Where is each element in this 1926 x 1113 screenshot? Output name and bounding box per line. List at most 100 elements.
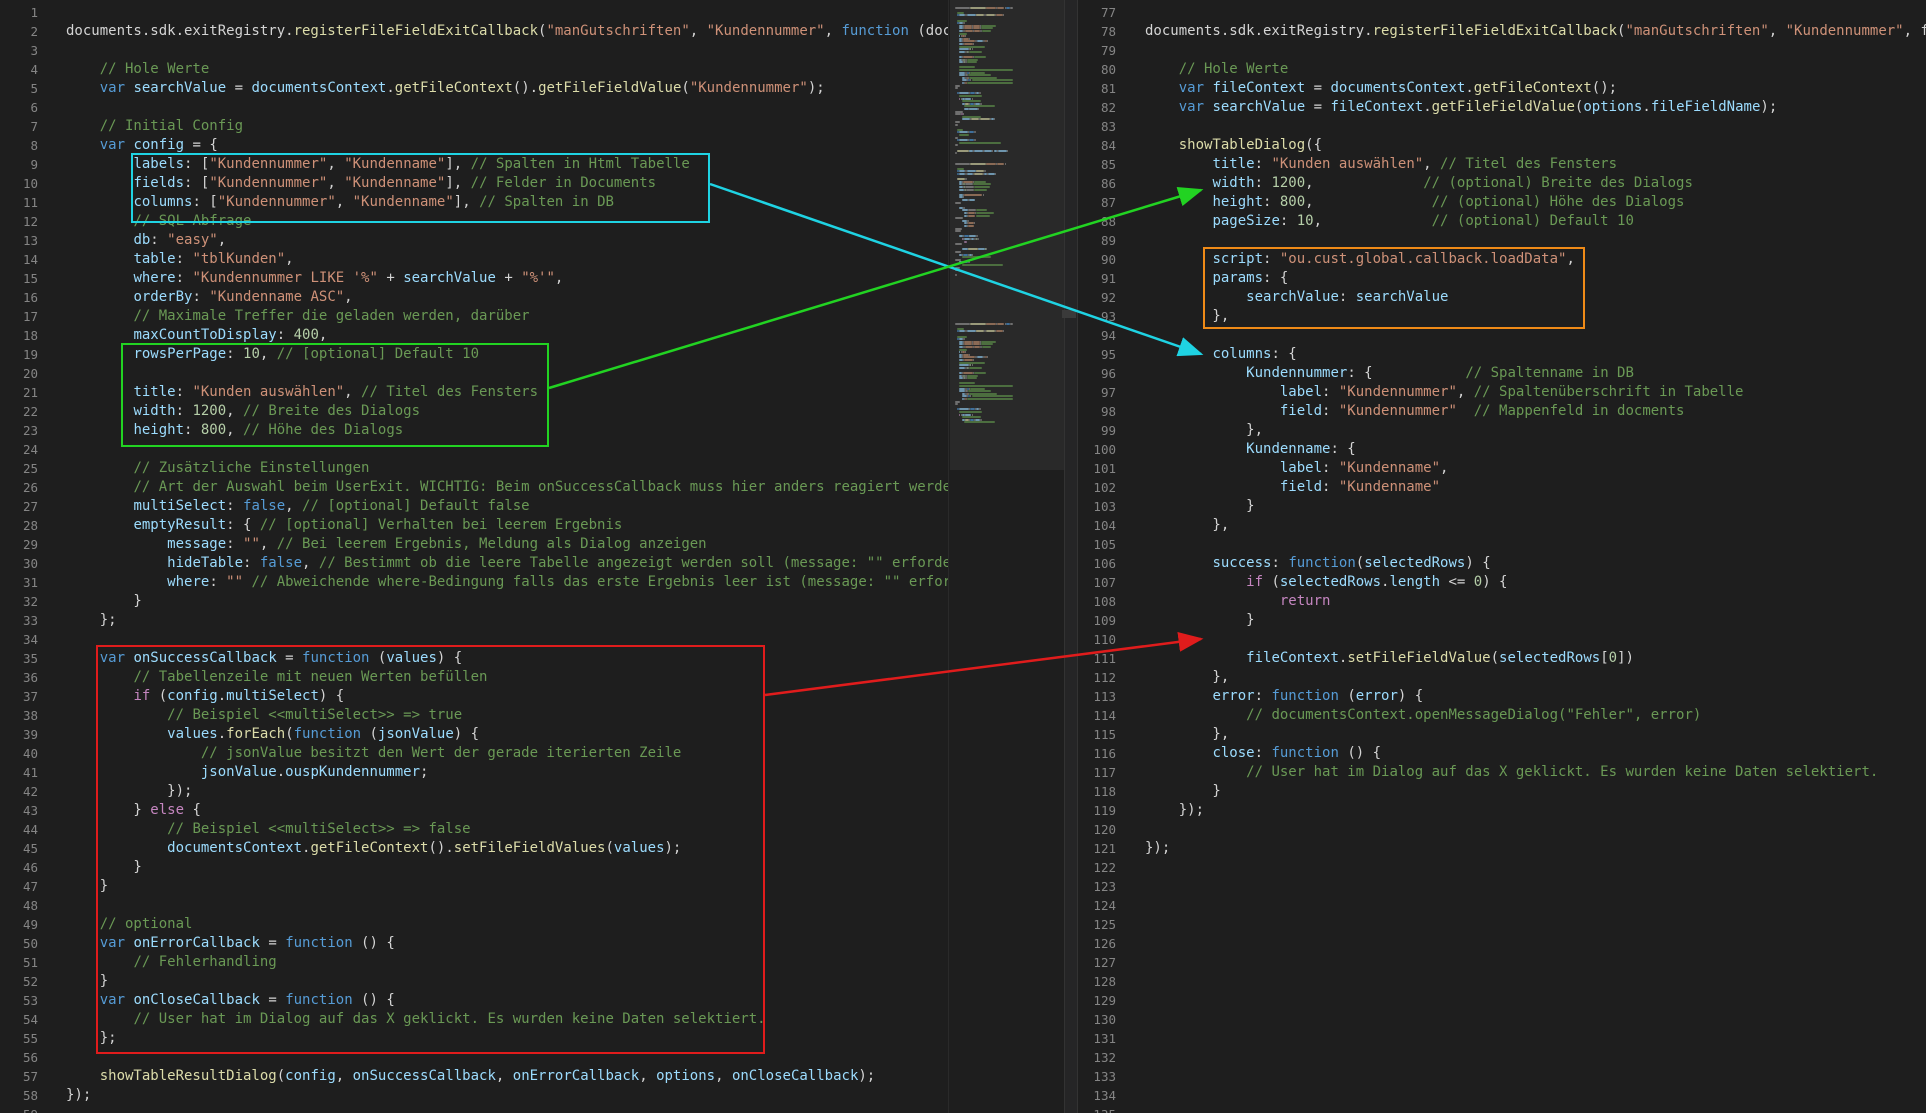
code-line[interactable] — [1145, 41, 1926, 60]
code-line[interactable]: searchValue: searchValue — [1145, 288, 1926, 307]
code-line[interactable] — [1145, 877, 1926, 896]
code-line[interactable]: }, — [1145, 421, 1926, 440]
code-line[interactable]: // Fehlerhandling — [66, 953, 948, 972]
code-line[interactable]: table: "tblKunden", — [66, 250, 948, 269]
code-line[interactable] — [66, 630, 948, 649]
code-line[interactable] — [1145, 1029, 1926, 1048]
code-line[interactable]: // Maximale Treffer die geladen werden, … — [66, 307, 948, 326]
code-line[interactable] — [66, 364, 948, 383]
code-line[interactable] — [66, 1105, 948, 1113]
code-line[interactable]: // jsonValue besitzt den Wert der gerade… — [66, 744, 948, 763]
code-line[interactable]: // optional — [66, 915, 948, 934]
code-line[interactable]: Kundenname: { — [1145, 440, 1926, 459]
code-line[interactable]: var onErrorCallback = function () { — [66, 934, 948, 953]
code-line[interactable]: }, — [1145, 725, 1926, 744]
code-line[interactable]: }, — [1145, 307, 1926, 326]
code-line[interactable] — [1145, 1010, 1926, 1029]
code-line[interactable] — [1145, 915, 1926, 934]
code-line[interactable]: }); — [66, 1086, 948, 1105]
code-line[interactable] — [1145, 326, 1926, 345]
code-line[interactable]: fields: ["Kundennummer", "Kundenname"], … — [66, 174, 948, 193]
code-editor-right[interactable]: documents.sdk.exitRegistry.registerFileF… — [1145, 3, 1926, 1113]
code-line[interactable] — [1145, 1048, 1926, 1067]
code-line[interactable]: fileContext.setFileFieldValue(selectedRo… — [1145, 649, 1926, 668]
code-line[interactable]: return — [1145, 592, 1926, 611]
code-line[interactable]: } — [1145, 611, 1926, 630]
code-line[interactable]: var config = { — [66, 136, 948, 155]
code-line[interactable] — [1145, 3, 1926, 22]
code-line[interactable]: // Beispiel <<multiSelect>> => true — [66, 706, 948, 725]
code-line[interactable] — [66, 41, 948, 60]
code-line[interactable]: field: "Kundenname" — [1145, 478, 1926, 497]
code-line[interactable] — [66, 896, 948, 915]
code-line[interactable]: pageSize: 10, // (optional) Default 10 — [1145, 212, 1926, 231]
code-line[interactable]: maxCountToDisplay: 400, — [66, 326, 948, 345]
code-line[interactable]: // Hole Werte — [1145, 60, 1926, 79]
code-line[interactable] — [1145, 1105, 1926, 1113]
code-line[interactable]: } — [66, 858, 948, 877]
code-line[interactable]: emptyResult: { // [optional] Verhalten b… — [66, 516, 948, 535]
code-line[interactable]: where: "" // Abweichende where-Bedingung… — [66, 573, 948, 592]
code-line[interactable]: }, — [1145, 668, 1926, 687]
code-line[interactable]: }; — [66, 1029, 948, 1048]
code-line[interactable]: // User hat im Dialog auf das X geklickt… — [1145, 763, 1926, 782]
code-line[interactable] — [1145, 953, 1926, 972]
code-line[interactable]: script: "ou.cust.global.callback.loadDat… — [1145, 250, 1926, 269]
code-line[interactable]: } else { — [66, 801, 948, 820]
code-line[interactable] — [1145, 1086, 1926, 1105]
code-line[interactable] — [1145, 117, 1926, 136]
code-line[interactable] — [1145, 1067, 1926, 1086]
code-line[interactable] — [1145, 972, 1926, 991]
code-line[interactable]: height: 800, // (optional) Höhe des Dial… — [1145, 193, 1926, 212]
code-line[interactable]: }; — [66, 611, 948, 630]
code-line[interactable]: title: "Kunden auswählen", // Titel des … — [1145, 155, 1926, 174]
code-line[interactable]: }); — [66, 782, 948, 801]
code-line[interactable] — [1145, 858, 1926, 877]
code-line[interactable] — [1145, 934, 1926, 953]
code-line[interactable]: message: "", // Bei leerem Ergebnis, Mel… — [66, 535, 948, 554]
code-line[interactable]: multiSelect: false, // [optional] Defaul… — [66, 497, 948, 516]
right-editor-pane[interactable]: 77 78 79 80 81 82 83 84 85 86 87 88 89 90 91 92 93 94 95 96… — [1078, 0, 1926, 1113]
code-line[interactable]: where: "Kundennummer LIKE '%" + searchVa… — [66, 269, 948, 288]
code-line[interactable]: // Art der Auswahl beim UserExit. WICHTI… — [66, 478, 948, 497]
code-line[interactable]: } — [1145, 497, 1926, 516]
code-line[interactable]: label: "Kundennummer", // Spaltenübersch… — [1145, 383, 1926, 402]
code-line[interactable]: field: "Kundennummer" // Mappenfeld in d… — [1145, 402, 1926, 421]
code-line[interactable]: documents.sdk.exitRegistry.registerFileF… — [66, 22, 948, 41]
code-line[interactable]: jsonValue.ouspKundennummer; — [66, 763, 948, 782]
code-line[interactable]: var onSuccessCallback = function (values… — [66, 649, 948, 668]
code-line[interactable] — [1145, 630, 1926, 649]
left-editor-pane[interactable]: 1 2 3 4 5 6 7 8 9 10 11 12 13 14 15 16 17 18 19 20 21 22 23 24 2… — [0, 0, 948, 1113]
code-line[interactable]: documentsContext.getFileContext().setFil… — [66, 839, 948, 858]
code-line[interactable]: // Tabellenzeile mit neuen Werten befüll… — [66, 668, 948, 687]
code-line[interactable]: rowsPerPage: 10, // [optional] Default 1… — [66, 345, 948, 364]
code-line[interactable]: success: function(selectedRows) { — [1145, 554, 1926, 573]
code-line[interactable]: error: function (error) { — [1145, 687, 1926, 706]
code-line[interactable]: showTableDialog({ — [1145, 136, 1926, 155]
code-line[interactable] — [1145, 896, 1926, 915]
code-line[interactable]: var searchValue = documentsContext.getFi… — [66, 79, 948, 98]
code-line[interactable]: params: { — [1145, 269, 1926, 288]
code-line[interactable]: if (selectedRows.length <= 0) { — [1145, 573, 1926, 592]
code-line[interactable]: }); — [1145, 839, 1926, 858]
code-line[interactable] — [1145, 535, 1926, 554]
code-line[interactable]: close: function () { — [1145, 744, 1926, 763]
code-line[interactable]: // Hole Werte — [66, 60, 948, 79]
code-line[interactable]: label: "Kundenname", — [1145, 459, 1926, 478]
code-line[interactable]: // Zusätzliche Einstellungen — [66, 459, 948, 478]
vertical-scrollbar-thumb[interactable] — [1062, 310, 1076, 318]
editor-splitter[interactable] — [1064, 0, 1078, 1113]
code-line[interactable]: showTableResultDialog(config, onSuccessC… — [66, 1067, 948, 1086]
code-line[interactable]: documents.sdk.exitRegistry.registerFileF… — [1145, 22, 1926, 41]
code-line[interactable] — [66, 98, 948, 117]
code-line[interactable]: columns: { — [1145, 345, 1926, 364]
code-line[interactable]: } — [66, 592, 948, 611]
code-line[interactable]: // SQL Abfrage — [66, 212, 948, 231]
code-line[interactable]: var searchValue = fileContext.getFileFie… — [1145, 98, 1926, 117]
code-line[interactable] — [1145, 231, 1926, 250]
code-line[interactable] — [66, 440, 948, 459]
code-line[interactable]: orderBy: "Kundenname ASC", — [66, 288, 948, 307]
code-line[interactable]: if (config.multiSelect) { — [66, 687, 948, 706]
code-line[interactable] — [66, 1048, 948, 1067]
code-line[interactable]: values.forEach(function (jsonValue) { — [66, 725, 948, 744]
